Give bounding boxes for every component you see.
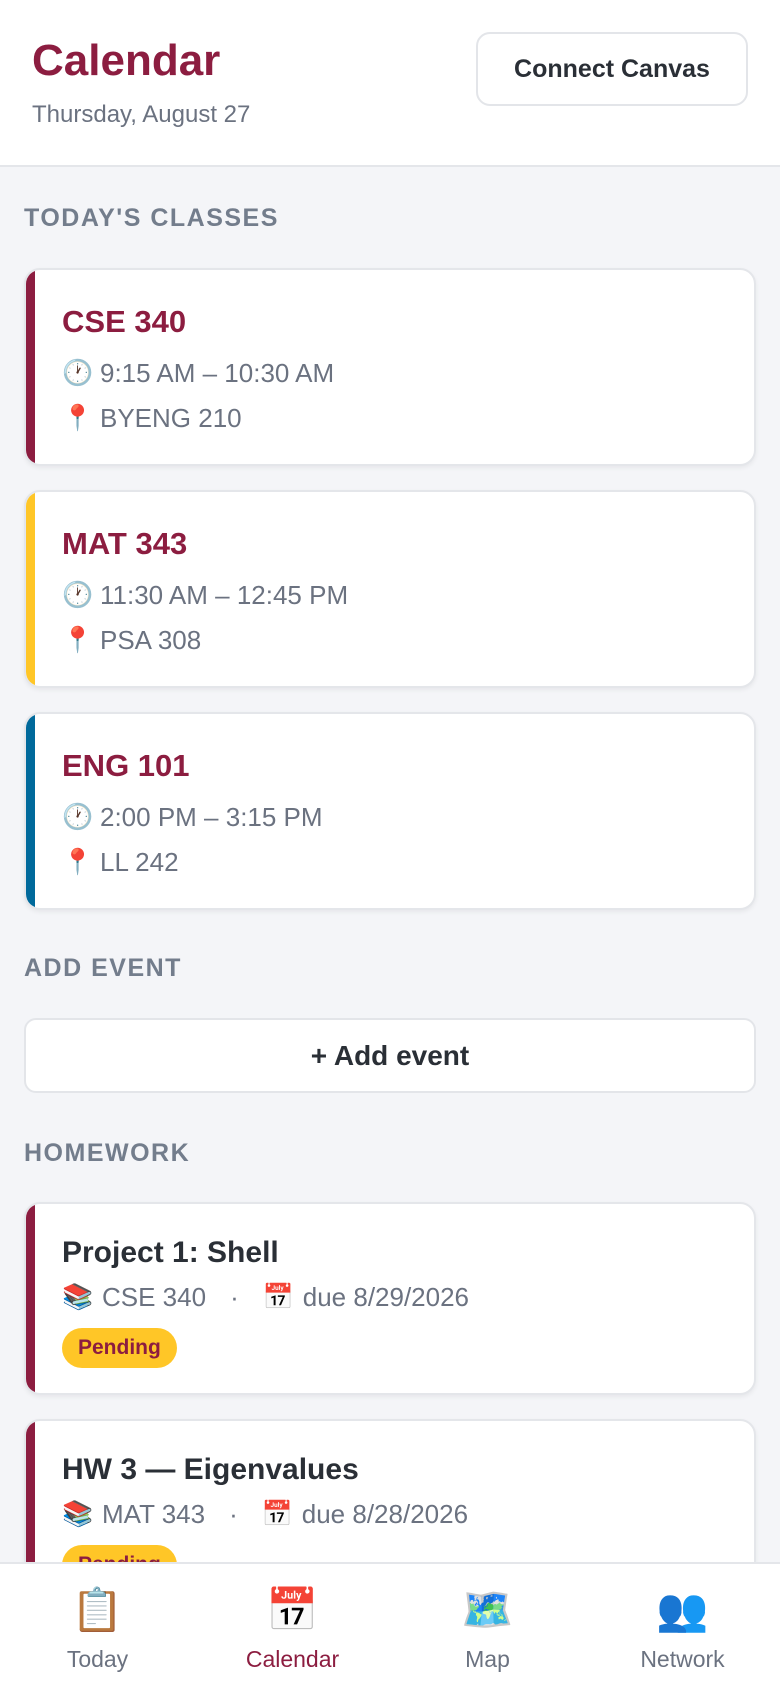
tab-today[interactable]: 📋 Today bbox=[0, 1564, 195, 1688]
clock-icon: 🕐 bbox=[62, 581, 94, 609]
section-label-homework: HOMEWORK bbox=[24, 1139, 191, 1167]
connect-canvas-button[interactable]: Connect Canvas bbox=[476, 32, 748, 106]
books-icon: 📚 bbox=[62, 1500, 94, 1528]
class-accent-bar bbox=[26, 714, 35, 908]
homework-due: due 8/28/2026 bbox=[301, 1499, 469, 1529]
section-label-todays-classes: TODAY'S CLASSES bbox=[24, 204, 279, 232]
class-location-row: 📍 BYENG 210 bbox=[62, 403, 242, 434]
current-date: Thursday, August 27 bbox=[32, 101, 251, 128]
class-location: LL 242 bbox=[100, 847, 179, 877]
class-time-row: 🕐 11:30 AM – 12:45 PM bbox=[62, 580, 348, 611]
class-time-row: 🕐 9:15 AM – 10:30 AM bbox=[62, 358, 334, 389]
bottom-tab-bar: 📋 Today 📅 Calendar 🗺️ Map 👥 Network bbox=[0, 1562, 780, 1688]
class-location: PSA 308 bbox=[100, 625, 202, 655]
meta-separator: · bbox=[229, 1499, 238, 1529]
class-time-row: 🕐 2:00 PM – 3:15 PM bbox=[62, 802, 323, 833]
homework-card[interactable]: Project 1: Shell 📚 CSE 340 · 📅 due 8/29/… bbox=[24, 1202, 756, 1395]
tab-label: Today bbox=[66, 1646, 129, 1672]
status-badge: Pending bbox=[62, 1328, 177, 1368]
clock-icon: 🕐 bbox=[62, 803, 94, 831]
calendar-icon: 📅 bbox=[266, 1586, 319, 1633]
class-card[interactable]: MAT 343 🕐 11:30 AM – 12:45 PM 📍 PSA 308 bbox=[24, 490, 756, 688]
homework-title: Project 1: Shell bbox=[62, 1236, 279, 1269]
books-icon: 📚 bbox=[62, 1283, 94, 1311]
class-accent-bar bbox=[26, 492, 35, 686]
homework-due: due 8/29/2026 bbox=[302, 1282, 470, 1312]
calendar-icon: 📅 bbox=[262, 1283, 294, 1311]
tab-calendar[interactable]: 📅 Calendar bbox=[195, 1564, 390, 1688]
class-accent-bar bbox=[26, 270, 35, 464]
location-pin-icon: 📍 bbox=[62, 848, 94, 876]
section-label-add-event: ADD EVENT bbox=[24, 954, 182, 982]
app-header: Calendar Thursday, August 27 Connect Can… bbox=[0, 0, 780, 167]
clock-icon: 🕐 bbox=[62, 359, 94, 387]
tab-network[interactable]: 👥 Network bbox=[585, 1564, 780, 1688]
homework-course: CSE 340 bbox=[102, 1282, 207, 1312]
tab-label: Map bbox=[465, 1646, 510, 1672]
homework-accent-bar bbox=[26, 1204, 35, 1393]
clipboard-icon: 📋 bbox=[71, 1586, 124, 1633]
location-pin-icon: 📍 bbox=[62, 626, 94, 654]
class-card[interactable]: CSE 340 🕐 9:15 AM – 10:30 AM 📍 BYENG 210 bbox=[24, 268, 756, 466]
class-time: 2:00 PM – 3:15 PM bbox=[100, 802, 323, 832]
page-title: Calendar bbox=[32, 36, 221, 85]
class-location-row: 📍 PSA 308 bbox=[62, 625, 201, 656]
class-card[interactable]: ENG 101 🕐 2:00 PM – 3:15 PM 📍 LL 242 bbox=[24, 712, 756, 910]
class-name: CSE 340 bbox=[62, 304, 187, 339]
class-time: 9:15 AM – 10:30 AM bbox=[100, 358, 335, 388]
class-name: ENG 101 bbox=[62, 748, 190, 783]
tab-label: Network bbox=[640, 1646, 725, 1672]
class-location-row: 📍 LL 242 bbox=[62, 847, 179, 878]
meta-separator: · bbox=[230, 1282, 239, 1312]
class-time: 11:30 AM – 12:45 PM bbox=[100, 580, 349, 610]
class-name: MAT 343 bbox=[62, 526, 188, 561]
homework-course: MAT 343 bbox=[102, 1499, 206, 1529]
tab-map[interactable]: 🗺️ Map bbox=[390, 1564, 585, 1688]
add-event-button[interactable]: + Add event bbox=[24, 1018, 756, 1093]
tab-label: Calendar bbox=[245, 1646, 340, 1672]
map-icon: 🗺️ bbox=[461, 1586, 514, 1633]
homework-meta: 📚 MAT 343 · 📅 due 8/28/2026 bbox=[62, 1499, 468, 1530]
class-location: BYENG 210 bbox=[100, 403, 242, 433]
homework-title: HW 3 — Eigenvalues bbox=[62, 1453, 359, 1486]
calendar-icon: 📅 bbox=[261, 1500, 293, 1528]
people-icon: 👥 bbox=[656, 1586, 709, 1633]
homework-meta: 📚 CSE 340 · 📅 due 8/29/2026 bbox=[62, 1282, 469, 1313]
location-pin-icon: 📍 bbox=[62, 404, 94, 432]
